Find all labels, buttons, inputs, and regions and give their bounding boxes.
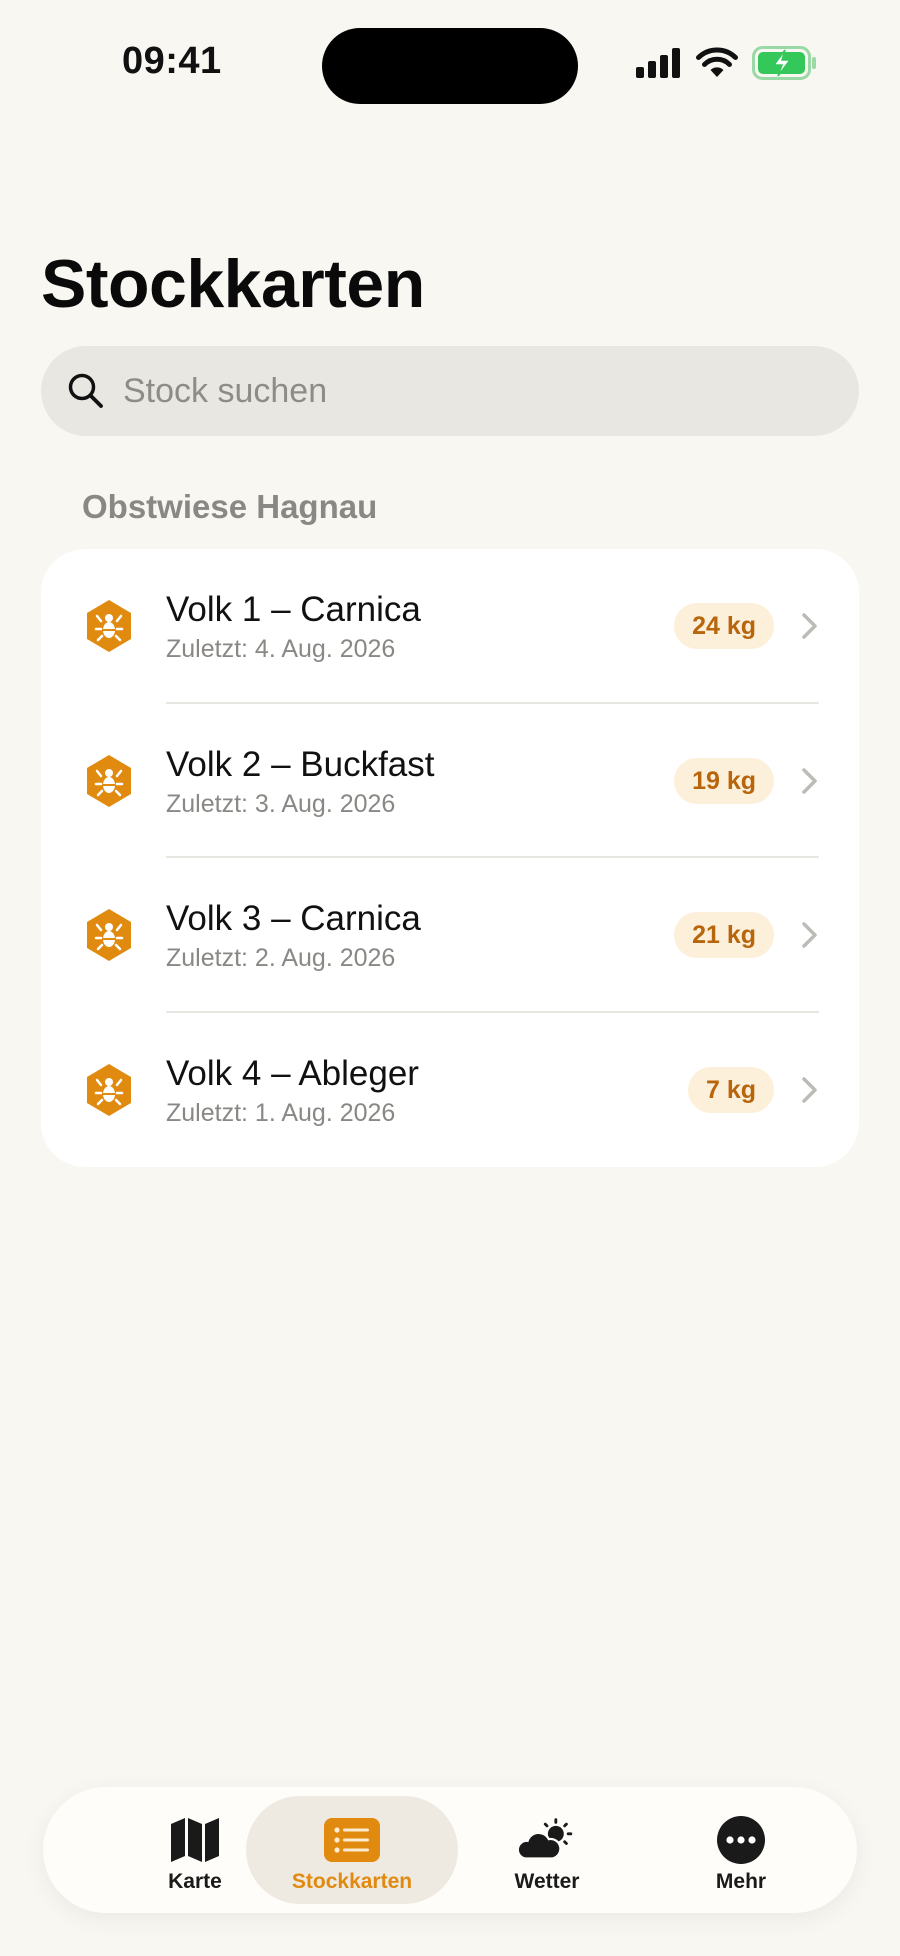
chevron-right-icon: [802, 768, 817, 794]
cellular-signal-icon: [636, 48, 680, 78]
hive-row[interactable]: Volk 3 – Carnica Zuletzt: 2. Aug. 2026 2…: [41, 858, 859, 1013]
bee-hexagon-icon: [87, 754, 131, 807]
hive-name: Volk 1 – Carnica: [166, 590, 421, 629]
search-icon: [68, 373, 103, 408]
hive-name: Volk 2 – Buckfast: [166, 744, 435, 784]
tab-label: Wetter: [514, 1870, 580, 1893]
hive-last-inspection: Zuletzt: 1. Aug. 2026: [166, 1098, 396, 1127]
bee-hexagon-icon: [87, 600, 131, 653]
weight-badge: 24 kg: [674, 603, 774, 650]
section-header: Obstwiese Hagnau: [82, 488, 378, 525]
chevron-right-icon: [802, 1077, 817, 1103]
bee-hexagon-icon: [87, 1063, 131, 1116]
status-time: 09:41: [122, 40, 222, 82]
status-bar: 09:41: [0, 0, 900, 130]
tab-bar: Karte Stockkarten Wetter Mehr: [43, 1787, 857, 1913]
hive-row[interactable]: Volk 1 – Carnica Zuletzt: 4. Aug. 2026 2…: [41, 549, 859, 704]
more-icon: [711, 1814, 771, 1866]
hive-name: Volk 3 – Carnica: [166, 899, 421, 938]
tab-label: Mehr: [715, 1870, 767, 1893]
hive-last-inspection: Zuletzt: 4. Aug. 2026: [166, 635, 396, 663]
search-bar[interactable]: [41, 346, 859, 436]
status-icons: [636, 46, 818, 80]
list-icon: [322, 1814, 382, 1866]
tab-mehr[interactable]: Mehr: [635, 1796, 847, 1904]
tab-label: Stockkarten: [291, 1870, 413, 1893]
search-input[interactable]: [123, 371, 803, 411]
weight-badge: 21 kg: [674, 912, 774, 959]
dynamic-island: [322, 28, 578, 104]
hive-last-inspection: Zuletzt: 3. Aug. 2026: [166, 789, 396, 818]
tab-stockkarten[interactable]: Stockkarten: [246, 1796, 458, 1904]
weight-badge: 7 kg: [687, 1066, 774, 1113]
map-icon: [165, 1814, 225, 1866]
hive-row-text: Volk 4 – Ableger Zuletzt: 1. Aug. 2026: [166, 1053, 419, 1129]
weather-icon: [517, 1814, 577, 1866]
hive-row[interactable]: Volk 2 – Buckfast Zuletzt: 3. Aug. 2026 …: [41, 704, 859, 858]
hive-last-inspection: Zuletzt: 2. Aug. 2026: [166, 944, 396, 972]
chevron-right-icon: [802, 613, 817, 639]
hive-row-text: Volk 2 – Buckfast Zuletzt: 3. Aug. 2026: [166, 744, 434, 820]
page-title: Stockkarten: [41, 246, 425, 322]
wifi-icon: [696, 47, 738, 77]
hive-row[interactable]: Volk 4 – Ableger Zuletzt: 1. Aug. 2026 7…: [41, 1013, 859, 1168]
chevron-right-icon: [802, 922, 817, 948]
tab-wetter[interactable]: Wetter: [441, 1796, 653, 1904]
weight-badge: 19 kg: [674, 757, 774, 804]
hive-name: Volk 4 – Ableger: [166, 1053, 419, 1093]
battery-charging-icon: [752, 46, 816, 80]
hive-row-text: Volk 1 – Carnica Zuletzt: 4. Aug. 2026: [166, 589, 421, 665]
hive-row-text: Volk 3 – Carnica Zuletzt: 2. Aug. 2026: [166, 898, 421, 974]
bee-hexagon-icon: [87, 909, 131, 962]
hive-list: Volk 1 – Carnica Zuletzt: 4. Aug. 2026 2…: [41, 549, 859, 1167]
